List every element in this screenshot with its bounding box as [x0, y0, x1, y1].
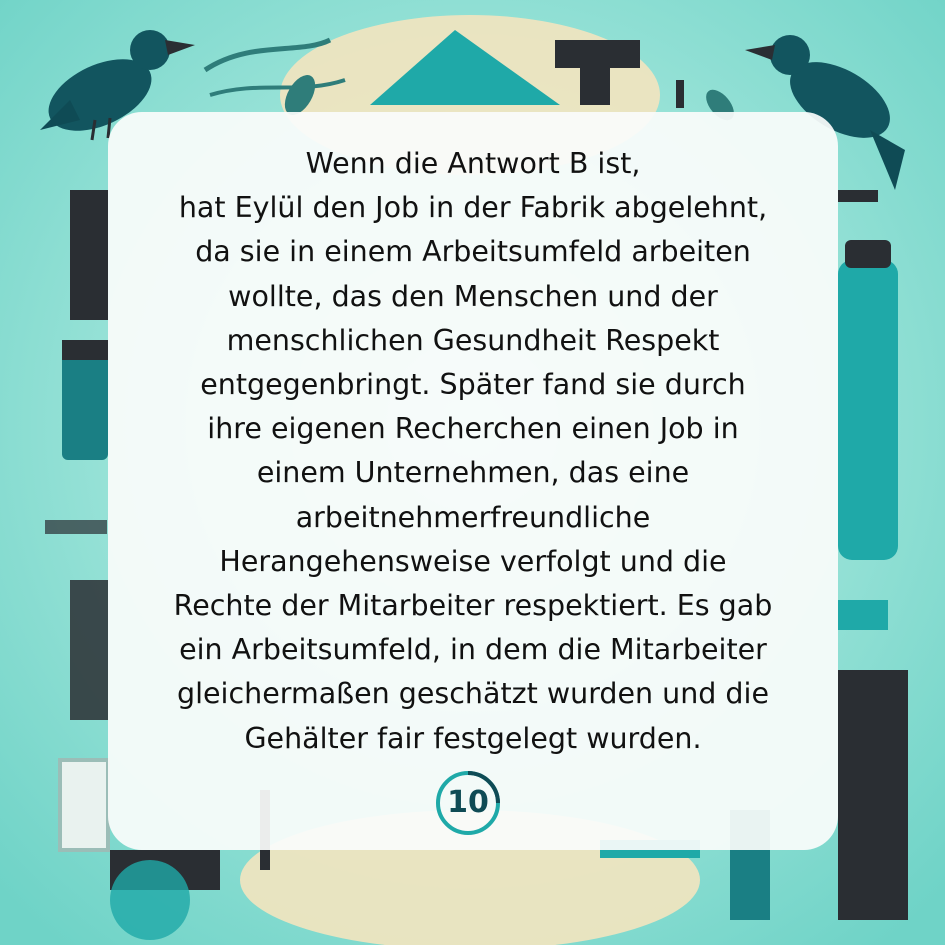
story-line: Wenn die Antwort B ist, [305, 147, 641, 180]
story-line: menschlichen Gesundheit Respekt [226, 323, 720, 357]
story-text: Wenn die Antwort B ist, hat Eylül den Job… [108, 142, 838, 761]
page-number-badge: 10 [433, 768, 503, 838]
story-line: Rechte der Mitarbeiter respektiert. Es g… [173, 589, 773, 623]
story-line: da sie in einem Arbeitsumfeld arbeiten [195, 235, 751, 269]
story-line: Herangehensweise verfolgt und die [219, 544, 727, 578]
story-line: gleichermaßen geschätzt wurden und die [177, 677, 769, 711]
page-number: 10 [447, 785, 489, 820]
story-line: wollte, das den Menschen und der [228, 279, 718, 313]
story-line: hat Eylül den Job in der Fabrik abgelehn… [178, 191, 768, 225]
story-line: einem Unternehmen, das eine [256, 456, 690, 490]
story-line: ein Arbeitsumfeld, in dem die Mitarbeite… [179, 633, 767, 667]
story-line: entgegenbringt. Später fand sie durch [200, 368, 746, 402]
story-line: arbeitnehmerfreundliche [295, 500, 651, 534]
text-card: Wenn die Antwort B ist, hat Eylül den Job… [108, 112, 838, 850]
story-line: Gehälter fair festgelegt wurden. [244, 721, 702, 755]
story-line: ihre eigenen Recherchen einen Job in [207, 412, 739, 446]
